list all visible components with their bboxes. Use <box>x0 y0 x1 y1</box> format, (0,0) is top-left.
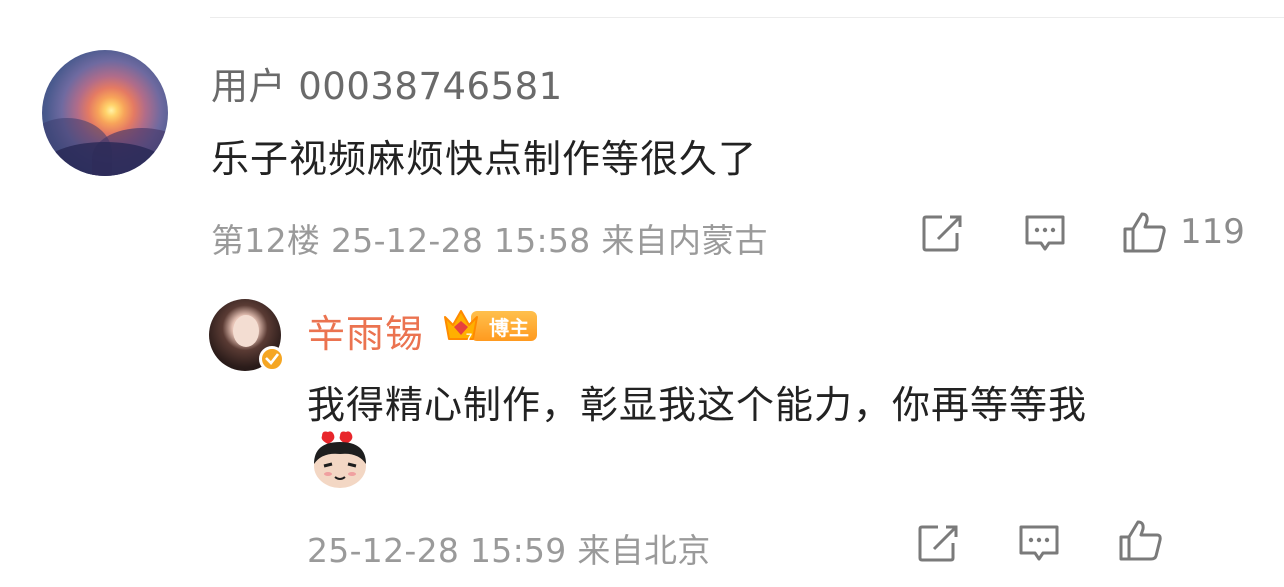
blogger-badge: 博主 7 <box>441 303 539 345</box>
verified-icon <box>259 346 285 372</box>
reply-username[interactable]: 辛雨锡 <box>307 303 424 358</box>
badge-level: 7 <box>466 332 472 344</box>
share-icon <box>918 525 958 562</box>
share-button[interactable] <box>920 212 964 254</box>
reply-text: 我得精心制作，彰显我这个能力，你再等等我 <box>307 383 1088 427</box>
comment-button[interactable] <box>1023 212 1067 254</box>
thumbs-up-icon <box>1119 520 1162 561</box>
avatar-face <box>233 315 259 347</box>
like-count: 119 <box>1180 212 1245 252</box>
love-face-emoji <box>314 431 366 488</box>
reply-meta: 25-12-28 15:59 来自北京 <box>307 531 711 570</box>
comment-meta: 第12楼 25-12-28 15:58 来自内蒙古 <box>211 221 768 260</box>
user-avatar[interactable] <box>42 50 168 176</box>
thumbs-up-icon <box>1123 212 1166 253</box>
reply-share-button[interactable] <box>916 522 960 564</box>
comment-icon <box>1025 215 1065 251</box>
reply-comment-button[interactable] <box>1017 522 1061 564</box>
comment-text: 乐子视频麻烦快点制作等很久了 <box>211 137 758 181</box>
share-icon <box>922 215 962 252</box>
crown-icon: 7 <box>444 310 478 344</box>
comment-username[interactable]: 用户 00038746581 <box>211 56 563 110</box>
top-divider <box>210 17 1284 18</box>
reply-like-button[interactable] <box>1118 518 1164 562</box>
comment-icon <box>1019 525 1059 561</box>
like-button[interactable]: 119 <box>1122 210 1245 254</box>
